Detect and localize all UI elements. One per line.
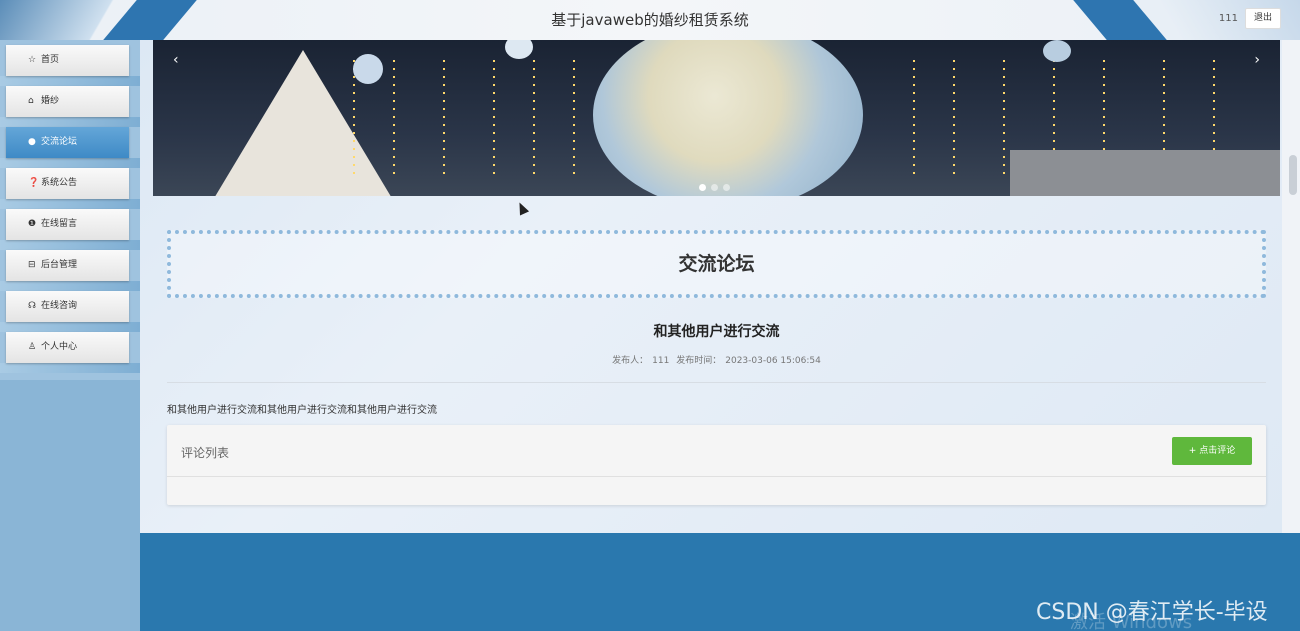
banner-string-lights <box>443 60 445 180</box>
csdn-watermark: CSDN @春江学长-毕设 <box>1036 600 1268 625</box>
time-value: 2023-03-06 15:06:54 <box>725 356 821 366</box>
nav-separator <box>0 117 140 127</box>
carousel-dot[interactable] <box>699 184 706 191</box>
banner-wall <box>1010 150 1280 196</box>
banner-string-lights <box>533 60 535 180</box>
sidebar-item[interactable]: ⊟ 后台管理 <box>6 250 129 281</box>
current-user: 111 <box>1218 13 1238 24</box>
scrollbar-thumb[interactable] <box>1289 155 1297 195</box>
star-icon: ☆ <box>28 55 37 65</box>
nav-separator <box>0 240 140 250</box>
comment-list-title: 评论列表 <box>181 446 230 460</box>
banner-balloon <box>353 54 383 84</box>
question-icon: ❓ <box>28 178 40 188</box>
banner-string-lights <box>353 60 355 180</box>
sidebar-item[interactable]: ♙ 个人中心 <box>6 332 129 363</box>
time-label: 发布时间： <box>676 356 722 366</box>
author-value: 111 <box>652 356 670 366</box>
sidebar-item[interactable]: ● 交流论坛 <box>6 127 129 158</box>
top-bar: 基于javaweb的婚纱租赁系统 111 退出 <box>0 0 1300 40</box>
sidebar-item-label: 个人中心 <box>41 342 78 352</box>
nav-separator <box>0 199 140 209</box>
banner-string-lights <box>393 60 395 180</box>
nav-separator <box>0 322 140 332</box>
chat-icon: ● <box>28 137 36 147</box>
sidebar-item[interactable]: ❶ 在线留言 <box>6 209 129 240</box>
banner-balloon-cluster <box>593 40 863 196</box>
info-icon: ❶ <box>28 219 37 229</box>
sidebar-item[interactable]: ⌂ 婚纱 <box>6 86 129 117</box>
sidebar-item-label: 在线留言 <box>41 219 78 229</box>
site-title: 基于javaweb的婚纱租赁系统 <box>551 11 749 29</box>
comment-list-card: 评论列表 + 点击评论 <box>167 425 1266 505</box>
post-body: 和其他用户进行交流和其他用户进行交流和其他用户进行交流 <box>167 405 437 416</box>
user-icon: ♙ <box>28 342 37 352</box>
main-content: 交流论坛 和其他用户进行交流 发布人： 111 发布时间： 2023-03-06 1… <box>153 196 1280 533</box>
sidebar-item-label: 婚纱 <box>41 96 60 106</box>
scrollbar[interactable] <box>1282 40 1300 533</box>
banner-carousel[interactable]: ‹ › <box>153 40 1280 196</box>
sidebar-item[interactable]: ❓ 系统公告 <box>6 168 129 199</box>
headset-icon: ☊ <box>28 301 36 311</box>
sidebar-item-label: 首页 <box>41 55 60 65</box>
add-comment-button[interactable]: + 点击评论 <box>1172 437 1252 465</box>
sidebar-item-label: 在线咨询 <box>41 301 78 311</box>
sidebar-item[interactable]: ☊ 在线咨询 <box>6 291 129 322</box>
comment-list-header: 评论列表 + 点击评论 <box>167 425 1266 477</box>
nav-separator <box>0 76 140 86</box>
carousel-dot[interactable] <box>723 184 730 191</box>
banner-string-lights <box>913 60 915 180</box>
briefcase-icon: ⊟ <box>28 260 36 270</box>
author-label: 发布人： <box>612 356 649 366</box>
carousel-indicators <box>699 176 735 195</box>
sidebar-item[interactable]: ☆ 首页 <box>6 45 129 76</box>
section-title: 交流论坛 <box>167 230 1266 298</box>
divider <box>167 382 1266 383</box>
nav-separator <box>0 158 140 168</box>
logout-button[interactable]: 退出 <box>1245 8 1281 29</box>
carousel-next-icon[interactable]: › <box>1254 52 1260 68</box>
nav-separator <box>0 363 140 373</box>
post-meta: 发布人： 111 发布时间： 2023-03-06 15:06:54 <box>153 353 1280 366</box>
banner-string-lights <box>1003 60 1005 180</box>
banner-balloon <box>1043 40 1071 62</box>
post-title: 和其他用户进行交流 <box>653 324 780 340</box>
banner-balloon <box>505 40 533 59</box>
nav-separator <box>0 281 140 291</box>
banner-string-lights <box>493 60 495 180</box>
lock-icon: ⌂ <box>28 96 34 106</box>
banner-string-lights <box>953 60 955 180</box>
sidebar-item-label: 交流论坛 <box>41 137 78 147</box>
banner-string-lights <box>573 60 575 180</box>
carousel-dot[interactable] <box>711 184 718 191</box>
sidebar-item-label: 系统公告 <box>41 178 78 188</box>
carousel-prev-icon[interactable]: ‹ <box>173 52 179 68</box>
sidebar-item-label: 后台管理 <box>41 260 78 270</box>
